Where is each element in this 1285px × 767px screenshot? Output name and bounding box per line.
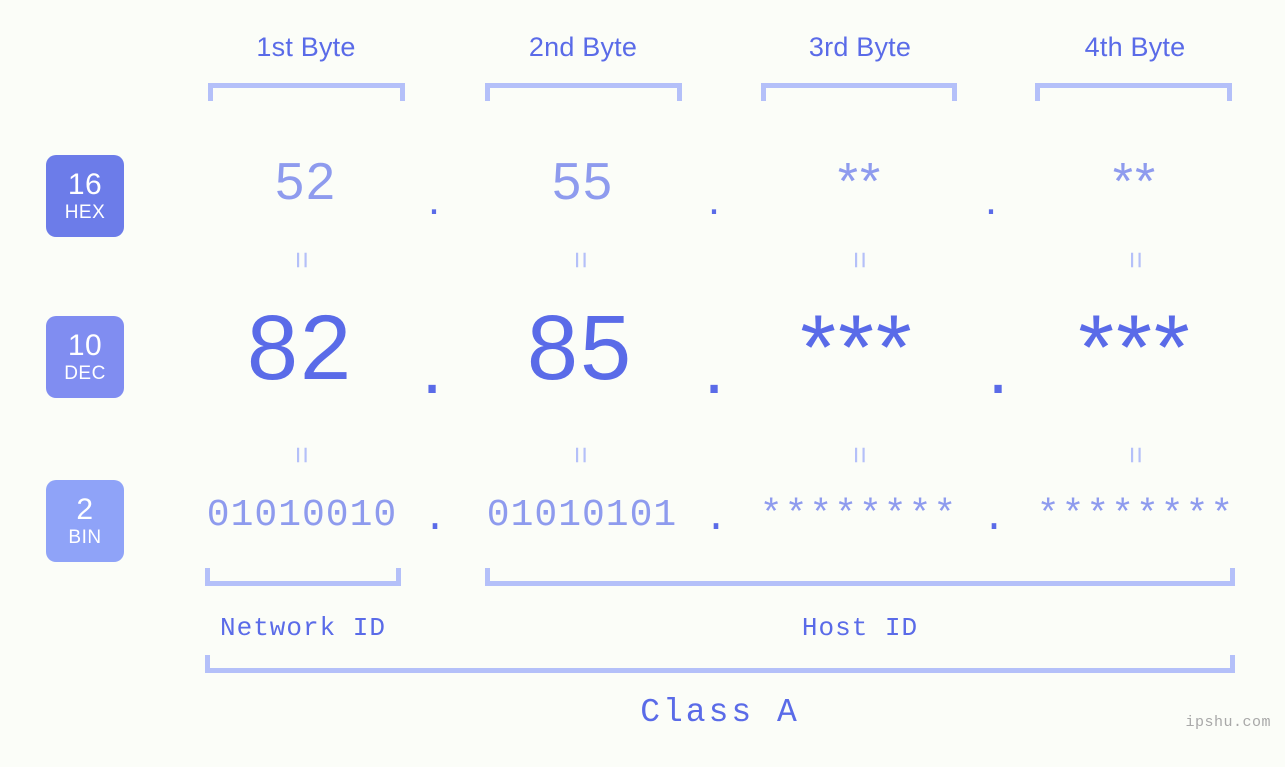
byte-header-2: 2nd Byte bbox=[528, 32, 638, 62]
class-bracket bbox=[205, 655, 1235, 673]
equals-icon-hex-dec-1: = bbox=[285, 251, 318, 269]
byte-bracket-3 bbox=[761, 83, 957, 101]
base-badge-dec[interactable]: 10 DEC bbox=[46, 316, 124, 398]
byte-bracket-2 bbox=[485, 83, 682, 101]
base-badge-bin-radix: 2 bbox=[76, 493, 94, 526]
dec-separator-3: . bbox=[987, 325, 1009, 410]
hex-byte-4-value: ** bbox=[1112, 153, 1158, 211]
base-badge-hex-tag: HEX bbox=[64, 202, 106, 223]
network-id-label: Network ID bbox=[219, 613, 387, 643]
base-badge-dec-radix: 10 bbox=[67, 329, 103, 362]
host-id-bracket bbox=[485, 568, 1235, 586]
bin-separator-1: . bbox=[422, 497, 447, 542]
dec-byte-2-value: 85 bbox=[526, 297, 634, 399]
host-id-label: Host ID bbox=[801, 613, 919, 643]
dec-separator-2: . bbox=[703, 325, 725, 410]
class-label: Class A bbox=[640, 694, 800, 731]
hex-separator-1: . bbox=[427, 175, 441, 224]
base-badge-hex-radix: 16 bbox=[67, 168, 103, 201]
equals-icon-dec-bin-2: = bbox=[564, 446, 597, 464]
ip-address-diagram: 1st Byte 2nd Byte 3rd Byte 4th Byte 16 H… bbox=[0, 0, 1285, 767]
base-badge-hex[interactable]: 16 HEX bbox=[46, 155, 124, 237]
equals-icon-hex-dec-4: = bbox=[1119, 251, 1152, 269]
bin-byte-1-value: 01010010 bbox=[206, 494, 398, 537]
equals-icon-dec-bin-3: = bbox=[843, 446, 876, 464]
bin-byte-3-value: ******** bbox=[759, 494, 959, 537]
hex-byte-2-value: 55 bbox=[552, 153, 614, 211]
bin-byte-4-value: ******** bbox=[1036, 494, 1236, 537]
dec-byte-1-value: 82 bbox=[246, 297, 354, 399]
base-badge-bin-tag: BIN bbox=[68, 527, 102, 548]
bin-separator-2: . bbox=[703, 497, 728, 542]
byte-header-3: 3rd Byte bbox=[808, 32, 912, 62]
site-watermark: ipshu.com bbox=[1185, 714, 1271, 731]
equals-icon-dec-bin-1: = bbox=[285, 446, 318, 464]
byte-header-4: 4th Byte bbox=[1084, 32, 1186, 62]
network-id-bracket bbox=[205, 568, 401, 586]
base-badge-bin[interactable]: 2 BIN bbox=[46, 480, 124, 562]
hex-separator-3: . bbox=[984, 175, 998, 224]
byte-bracket-1 bbox=[208, 83, 405, 101]
bin-byte-2-value: 01010101 bbox=[486, 494, 678, 537]
equals-icon-dec-bin-4: = bbox=[1119, 446, 1152, 464]
bin-separator-3: . bbox=[981, 497, 1006, 542]
hex-byte-3-value: ** bbox=[837, 153, 883, 211]
hex-byte-1-value: 52 bbox=[275, 153, 337, 211]
equals-icon-hex-dec-3: = bbox=[843, 251, 876, 269]
byte-header-1: 1st Byte bbox=[256, 32, 356, 62]
hex-separator-2: . bbox=[707, 175, 721, 224]
dec-separator-1: . bbox=[421, 325, 443, 410]
dec-byte-4-value: *** bbox=[1078, 297, 1192, 399]
equals-icon-hex-dec-2: = bbox=[564, 251, 597, 269]
dec-byte-3-value: *** bbox=[800, 297, 914, 399]
byte-bracket-4 bbox=[1035, 83, 1232, 101]
base-badge-dec-tag: DEC bbox=[64, 363, 106, 384]
